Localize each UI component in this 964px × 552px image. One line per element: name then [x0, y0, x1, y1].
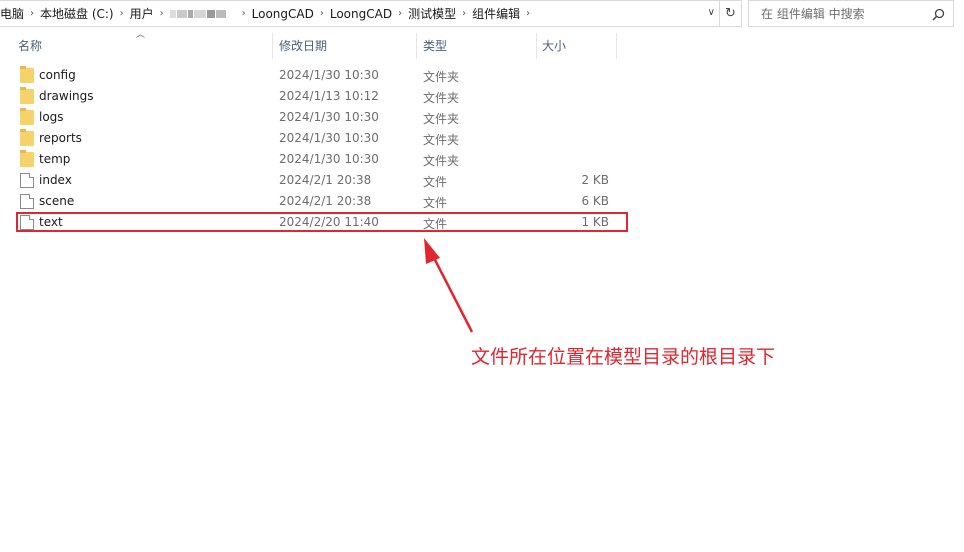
- annotation-text: 文件所在位置在模型目录的根目录下: [471, 346, 776, 368]
- annotation-arrow: [424, 238, 474, 333]
